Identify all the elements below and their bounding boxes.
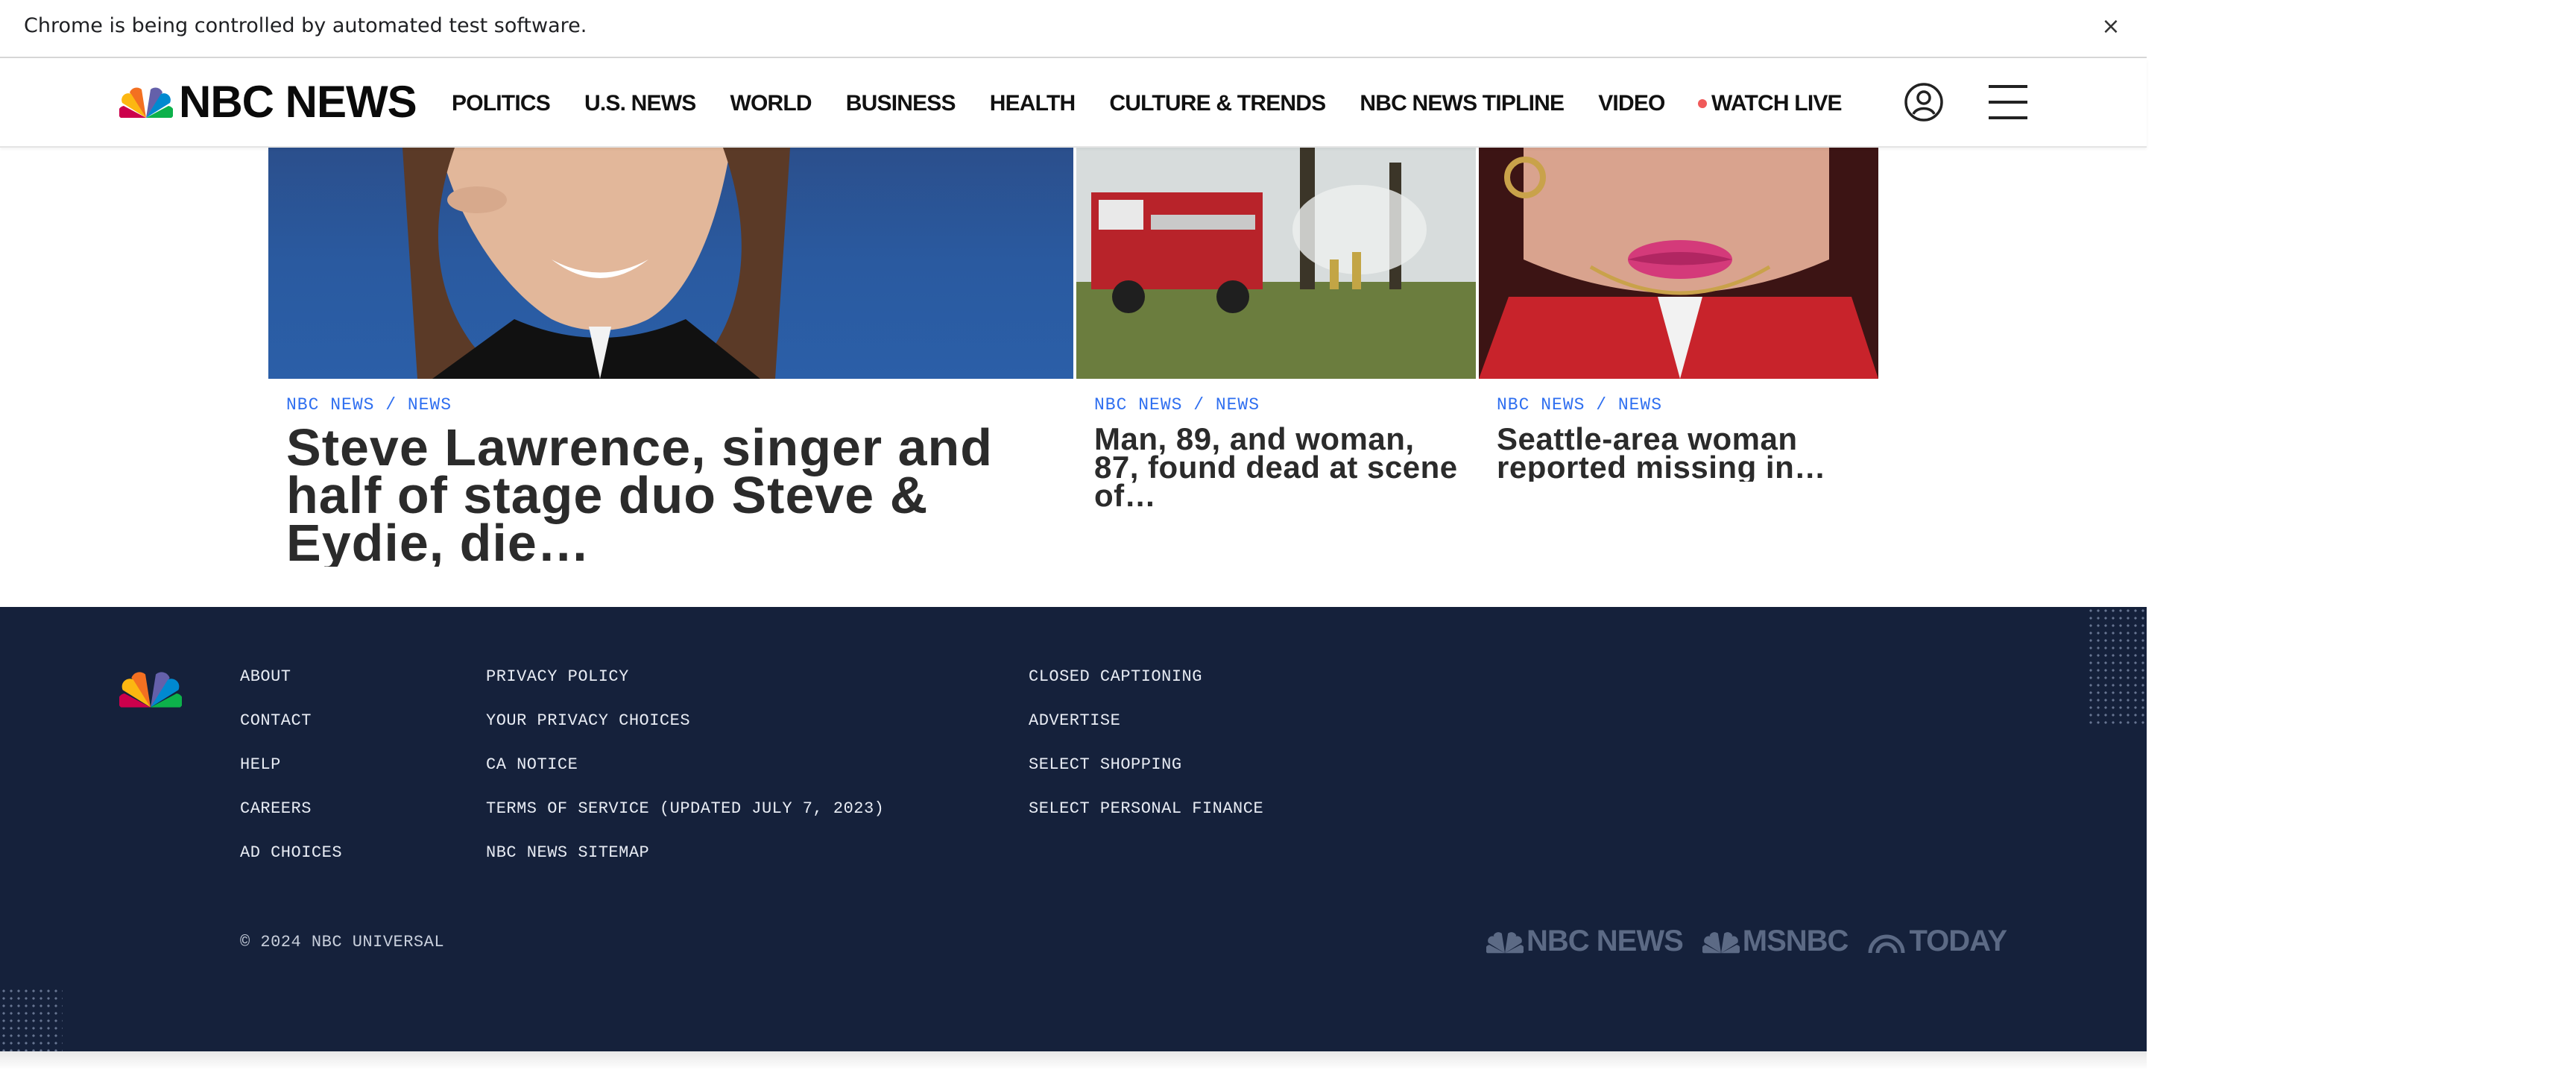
story-eyebrow[interactable]: NBC NEWS / NEWS — [1497, 395, 1662, 415]
watch-live-button[interactable]: WATCH LIVE — [1698, 60, 1843, 148]
nav-us-news[interactable]: U.S. NEWS — [584, 91, 696, 116]
live-dot-icon — [1698, 99, 1707, 108]
decorative-dots — [2087, 607, 2147, 726]
nav-health[interactable]: HEALTH — [990, 91, 1076, 116]
footer-link-select-finance[interactable]: SELECT PERSONAL FINANCE — [1029, 799, 1263, 843]
account-icon[interactable] — [1904, 82, 1944, 122]
footer-link-help[interactable]: HELP — [240, 755, 342, 799]
logo-wordmark: NBC NEWS — [179, 76, 417, 127]
brand-msnbc[interactable]: MSNBC — [1702, 925, 1849, 958]
story-eyebrow[interactable]: NBC NEWS / NEWS — [1094, 395, 1260, 415]
watch-live-label: WATCH LIVE — [1711, 91, 1843, 116]
nav-tipline[interactable]: NBC NEWS TIPLINE — [1360, 91, 1565, 116]
site-header: NBC NEWS POLITICS U.S. NEWS WORLD BUSINE… — [0, 60, 2147, 148]
footer-link-ca-notice[interactable]: CA NOTICE — [486, 755, 884, 799]
story-image-crash-scene[interactable] — [1076, 148, 1476, 379]
close-icon[interactable]: × — [2094, 10, 2127, 43]
footer-link-advertise[interactable]: ADVERTISE — [1029, 711, 1263, 755]
infobar-message: Chrome is being controlled by automated … — [24, 14, 587, 37]
nav-world[interactable]: WORLD — [730, 91, 812, 116]
story-image-missing-woman[interactable] — [1479, 148, 1878, 379]
footer-link-careers[interactable]: CAREERS — [240, 799, 342, 843]
story-image-steve-lawrence[interactable] — [268, 148, 1073, 379]
peacock-icon — [119, 87, 173, 118]
page-bottom-edge — [0, 1051, 2147, 1070]
story-headline[interactable]: Seattle-area woman reported missing in… — [1497, 425, 1869, 482]
decorative-dots — [0, 987, 63, 1051]
brand-label: TODAY — [1909, 925, 2007, 957]
footer-links-column: PRIVACY POLICY YOUR PRIVACY CHOICES CA N… — [486, 667, 884, 887]
brand-label: NBC NEWS — [1527, 925, 1684, 957]
story-headline[interactable]: Steve Lawrence, singer and half of stage… — [286, 424, 1061, 567]
peacock-icon — [1486, 931, 1524, 953]
browser-background — [2147, 0, 2576, 1070]
nav-video[interactable]: VIDEO — [1598, 91, 1665, 116]
footer-link-terms[interactable]: TERMS OF SERVICE (UPDATED JULY 7, 2023) — [486, 799, 884, 843]
brand-logos: NBC NEWS MSNBC TODAY — [1486, 925, 2026, 958]
nav-business[interactable]: BUSINESS — [846, 91, 956, 116]
footer-link-privacy-choices[interactable]: YOUR PRIVACY CHOICES — [486, 711, 884, 755]
peacock-icon — [1702, 931, 1740, 953]
story-headline[interactable]: Man, 89, and woman, 87, found dead at sc… — [1094, 425, 1467, 510]
footer-link-sitemap[interactable]: NBC NEWS SITEMAP — [486, 843, 884, 887]
nav-culture-trends[interactable]: CULTURE & TRENDS — [1109, 91, 1326, 116]
hamburger-menu-icon[interactable] — [1989, 84, 2027, 121]
footer-link-select-shopping[interactable]: SELECT SHOPPING — [1029, 755, 1263, 799]
copyright: © 2024 NBC UNIVERSAL — [240, 933, 445, 951]
footer-link-privacy-policy[interactable]: PRIVACY POLICY — [486, 667, 884, 711]
footer-link-contact[interactable]: CONTACT — [240, 711, 342, 755]
story-eyebrow[interactable]: NBC NEWS / NEWS — [286, 395, 452, 415]
footer-link-ad-choices[interactable]: AD CHOICES — [240, 843, 342, 887]
peacock-icon[interactable] — [119, 667, 182, 710]
brand-nbc-news[interactable]: NBC NEWS — [1486, 925, 1684, 958]
footer-links-column: ABOUT CONTACT HELP CAREERS AD CHOICES — [240, 667, 342, 887]
footer-link-about[interactable]: ABOUT — [240, 667, 342, 711]
footer-links-column: CLOSED CAPTIONING ADVERTISE SELECT SHOPP… — [1029, 667, 1263, 843]
site-footer: ABOUT CONTACT HELP CAREERS AD CHOICES PR… — [0, 607, 2147, 1051]
brand-today[interactable]: TODAY — [1867, 925, 2007, 958]
nbc-news-logo[interactable]: NBC NEWS — [119, 77, 417, 127]
main-nav: POLITICS U.S. NEWS WORLD BUSINESS HEALTH… — [452, 60, 1699, 148]
sunrise-icon — [1868, 934, 1905, 953]
footer-link-closed-captioning[interactable]: CLOSED CAPTIONING — [1029, 667, 1263, 711]
automation-infobar: Chrome is being controlled by automated … — [0, 0, 2147, 58]
page: NBC NEWS POLITICS U.S. NEWS WORLD BUSINE… — [0, 60, 2147, 1070]
nav-politics[interactable]: POLITICS — [452, 91, 551, 116]
brand-label: MSNBC — [1742, 925, 1849, 957]
